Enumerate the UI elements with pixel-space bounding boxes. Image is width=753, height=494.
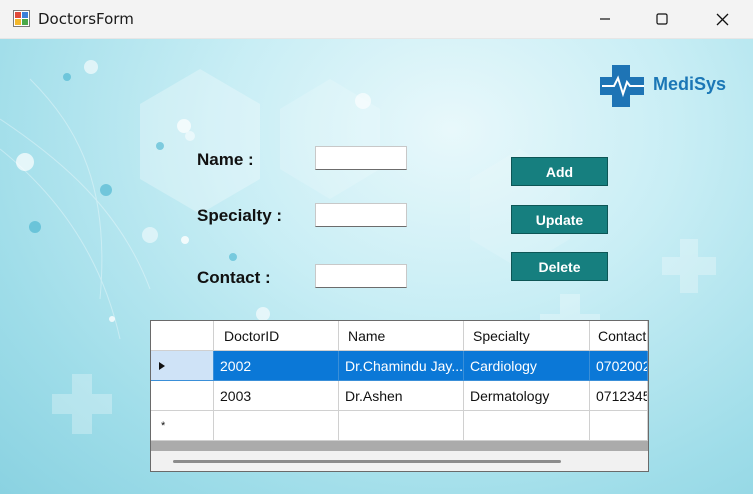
update-button[interactable]: Update [511, 205, 608, 234]
maximize-icon [656, 13, 668, 25]
specialty-label: Specialty : [197, 206, 283, 225]
new-row-marker: * [151, 411, 214, 441]
brand-name: MediSys [653, 74, 727, 94]
app-icon [13, 10, 30, 27]
doctors-grid[interactable]: DoctorID Name Specialty Contact 2002 Dr.… [150, 320, 649, 472]
title-bar: DoctorsForm [0, 0, 753, 39]
window-title: DoctorsForm [38, 10, 134, 28]
table-row[interactable]: 2002 Dr.Chamindu Jay... Cardiology 07020… [151, 351, 648, 381]
horizontal-scrollbar[interactable] [151, 451, 648, 471]
cell-contact[interactable]: 0702002 [590, 351, 648, 381]
table-row[interactable]: 2003 Dr.Ashen Dermatology 0712345 [151, 381, 648, 411]
close-button[interactable] [694, 0, 750, 38]
cell-name[interactable]: Dr.Chamindu Jay... [339, 351, 464, 381]
cell-name[interactable] [339, 411, 464, 441]
cell-specialty[interactable]: Dermatology [464, 381, 590, 411]
cell-name[interactable]: Dr.Ashen [339, 381, 464, 411]
name-label: Name : [197, 150, 254, 169]
maximize-button[interactable] [634, 0, 690, 38]
minimize-button[interactable] [577, 0, 633, 38]
cell-contact[interactable]: 0712345 [590, 381, 648, 411]
cell-contact[interactable] [590, 411, 648, 441]
row-header[interactable] [151, 351, 214, 381]
new-row[interactable]: * [151, 411, 648, 441]
row-header[interactable] [151, 381, 214, 411]
minimize-icon [600, 18, 610, 20]
scrollbar-thumb[interactable] [173, 460, 561, 463]
form-client-area: MediSys Name : Specialty : Contact : Add… [0, 39, 753, 494]
column-header-specialty[interactable]: Specialty [464, 321, 590, 351]
cell-doctorid[interactable]: 2003 [214, 381, 339, 411]
cell-specialty[interactable] [464, 411, 590, 441]
column-header-name[interactable]: Name [339, 321, 464, 351]
column-header-doctorid[interactable]: DoctorID [214, 321, 339, 351]
delete-button[interactable]: Delete [511, 252, 608, 281]
contact-label: Contact : [197, 268, 271, 287]
name-input[interactable] [315, 146, 407, 170]
grid-header-row: DoctorID Name Specialty Contact [151, 321, 648, 351]
contact-input[interactable] [315, 264, 407, 288]
cell-doctorid[interactable]: 2002 [214, 351, 339, 381]
cell-doctorid[interactable] [214, 411, 339, 441]
header-corner [151, 321, 214, 351]
specialty-input[interactable] [315, 203, 407, 227]
add-button[interactable]: Add [511, 157, 608, 186]
current-row-arrow-icon [159, 361, 165, 370]
column-header-contact[interactable]: Contact [590, 321, 648, 351]
close-icon [716, 13, 728, 25]
cell-specialty[interactable]: Cardiology [464, 351, 590, 381]
